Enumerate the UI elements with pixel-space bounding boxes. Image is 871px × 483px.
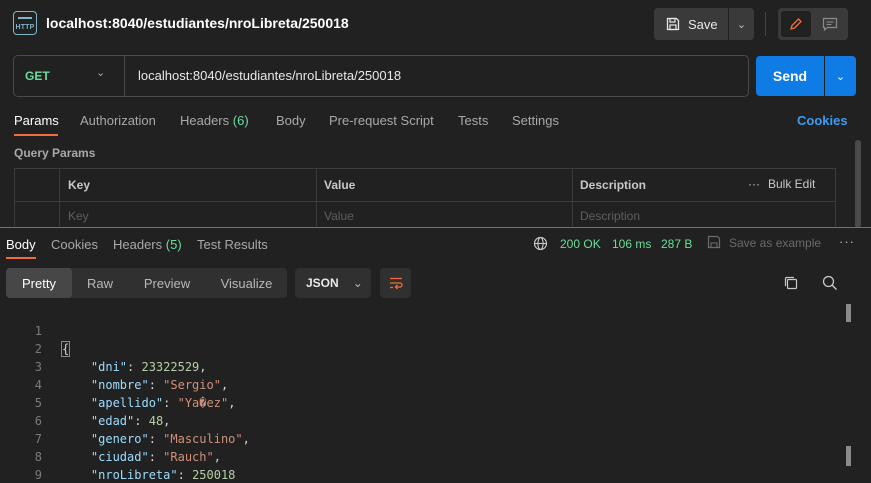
comment-icon bbox=[822, 17, 838, 31]
response-body-viewer[interactable]: 1 { 2 "dni": 23322529, 3 "nombre": "Serg… bbox=[0, 304, 850, 482]
http-icon: HTTP bbox=[13, 11, 37, 35]
status-code[interactable]: 200 OK bbox=[560, 237, 601, 251]
active-tab-indicator bbox=[14, 134, 58, 136]
chevron-down-icon[interactable]: ⌄ bbox=[96, 66, 105, 79]
format-raw[interactable]: Raw bbox=[72, 268, 128, 298]
tab-tests[interactable]: Tests bbox=[458, 113, 488, 128]
chevron-down-icon: ⌄ bbox=[736, 18, 747, 31]
tab-body[interactable]: Body bbox=[276, 113, 306, 128]
pane-divider[interactable] bbox=[0, 227, 871, 228]
scrollbar-thumb[interactable] bbox=[846, 304, 851, 322]
save-button[interactable]: Save bbox=[654, 8, 728, 40]
code-line: 6 "genero": "Masculino", bbox=[0, 394, 850, 446]
save-options-button[interactable]: ⌄ bbox=[729, 8, 754, 40]
divider bbox=[765, 12, 766, 36]
scrollbar-thumb[interactable] bbox=[846, 446, 851, 466]
wrap-lines-icon bbox=[389, 277, 403, 290]
description-input[interactable]: Description bbox=[580, 209, 640, 223]
tab-params[interactable]: Params bbox=[14, 113, 59, 128]
language-select[interactable]: JSON ⌄ bbox=[295, 268, 371, 298]
column-divider bbox=[316, 168, 317, 226]
json-key: "nroLibreta" bbox=[90, 468, 178, 482]
search-icon[interactable] bbox=[822, 275, 838, 291]
tab-headers[interactable]: Headers (6) bbox=[180, 113, 249, 128]
request-title[interactable]: localhost:8040/estudiantes/nroLibreta/25… bbox=[46, 15, 349, 31]
wrap-lines-button[interactable] bbox=[380, 268, 411, 298]
table-row-divider bbox=[14, 201, 836, 202]
code-line: 8 "nroLibreta": 250018 bbox=[0, 430, 850, 482]
format-pretty[interactable]: Pretty bbox=[6, 268, 72, 298]
tab-label: Headers bbox=[180, 113, 230, 128]
code-line: 2 "dni": 23322529, bbox=[0, 322, 850, 374]
headers-count: (6) bbox=[232, 113, 249, 128]
globe-icon[interactable] bbox=[533, 236, 548, 251]
comments-button[interactable] bbox=[815, 11, 845, 37]
more-icon[interactable]: ··· bbox=[839, 234, 855, 249]
cookies-link[interactable]: Cookies bbox=[797, 113, 848, 128]
bulk-edit-label: Bulk Edit bbox=[768, 177, 816, 191]
response-size[interactable]: 287 B bbox=[661, 237, 692, 251]
save-icon bbox=[666, 17, 680, 31]
response-time[interactable]: 106 ms bbox=[612, 237, 651, 251]
code-line: 3 "nombre": "Sergio", bbox=[0, 340, 850, 392]
tab-settings[interactable]: Settings bbox=[512, 113, 559, 128]
more-icon: ··· bbox=[748, 177, 760, 191]
code-line: 4 "apellido": "Ya�ez", bbox=[0, 358, 850, 410]
edit-button[interactable] bbox=[781, 11, 811, 37]
pencil-icon bbox=[790, 18, 802, 30]
send-button[interactable]: Send bbox=[756, 56, 824, 96]
column-header-key: Key bbox=[68, 178, 91, 192]
save-as-example-button[interactable]: Save as example bbox=[729, 236, 821, 250]
copy-icon[interactable] bbox=[783, 275, 799, 291]
tab-response-headers[interactable]: Headers (5) bbox=[113, 237, 182, 252]
language-label: JSON bbox=[306, 276, 339, 290]
format-preview[interactable]: Preview bbox=[128, 268, 206, 298]
format-visualize[interactable]: Visualize bbox=[206, 268, 287, 298]
code-line: 9 } bbox=[0, 448, 850, 482]
code-line: 5 "edad": 48, bbox=[0, 376, 850, 428]
column-divider bbox=[572, 168, 573, 226]
divider bbox=[124, 56, 125, 96]
headers-count: (5) bbox=[165, 237, 182, 252]
scrollbar[interactable] bbox=[855, 140, 861, 228]
tab-authorization[interactable]: Authorization bbox=[80, 113, 156, 128]
method-select[interactable]: GET bbox=[25, 69, 50, 83]
tab-label: Headers bbox=[113, 237, 163, 252]
value-input[interactable]: Value bbox=[324, 209, 354, 223]
save-label: Save bbox=[688, 16, 718, 32]
column-header-description: Description bbox=[580, 178, 647, 192]
tab-response-body[interactable]: Body bbox=[6, 237, 36, 252]
send-options-button[interactable]: ⌄ bbox=[825, 56, 856, 96]
json-value: 250018 bbox=[192, 468, 236, 482]
url-input[interactable]: localhost:8040/estudiantes/nroLibreta/25… bbox=[138, 68, 738, 83]
save-example-icon bbox=[707, 235, 721, 249]
tab-response-cookies[interactable]: Cookies bbox=[51, 237, 98, 252]
column-divider bbox=[59, 168, 60, 226]
params-table bbox=[14, 168, 836, 226]
column-header-value: Value bbox=[324, 178, 356, 192]
chevron-down-icon: ⌄ bbox=[835, 70, 846, 83]
tab-prerequest-script[interactable]: Pre-request Script bbox=[329, 113, 434, 128]
code-line: 1 { bbox=[0, 304, 850, 357]
chevron-down-icon: ⌄ bbox=[352, 276, 363, 290]
line-number: 9 bbox=[34, 468, 42, 482]
code-line: 7 "ciudad": "Rauch", bbox=[0, 412, 850, 464]
bulk-edit-button[interactable]: ··· Bulk Edit bbox=[748, 177, 815, 191]
tab-test-results[interactable]: Test Results bbox=[197, 237, 268, 252]
active-tab-indicator bbox=[6, 257, 36, 259]
query-params-heading: Query Params bbox=[14, 146, 96, 160]
key-input[interactable]: Key bbox=[68, 209, 89, 223]
